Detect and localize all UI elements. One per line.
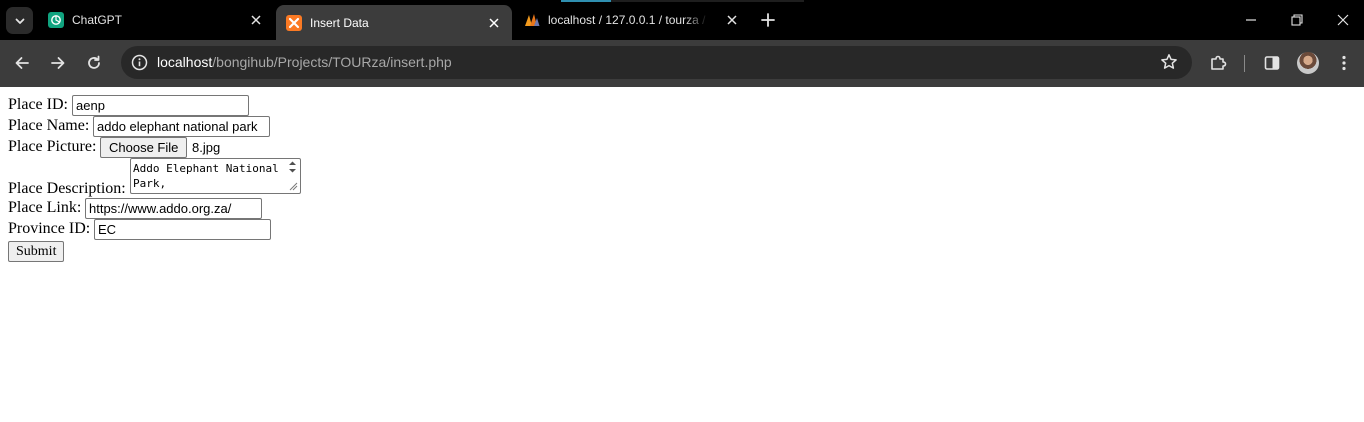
tab-insert-data[interactable]: Insert Data [276,5,512,40]
tab-title: localhost / 127.0.0.1 / tourza / p [548,13,708,27]
chatgpt-icon [48,12,64,28]
choose-file-button[interactable]: Choose File [100,137,188,158]
place-id-input[interactable] [72,95,249,116]
more-vert-icon [1342,55,1346,71]
place-name-input[interactable] [93,116,270,137]
province-id-label: Province ID: [8,220,91,237]
tab-phpmyadmin[interactable]: localhost / 127.0.0.1 / tourza / p [514,0,750,40]
place-description-label: Place Description: [8,180,126,197]
place-picture-label: Place Picture: [8,138,97,155]
place-id-label: Place ID: [8,96,68,113]
tab-strip: ChatGPT Insert Data localhost / 127.0.0.… [0,0,1364,40]
browser-toolbar: localhost/bongihub/Projects/TOURza/inser… [0,40,1364,87]
place-link-label: Place Link: [8,199,82,216]
plus-icon [761,13,775,27]
reload-button[interactable] [82,51,106,75]
side-panel-button[interactable] [1260,51,1284,75]
close-icon[interactable] [486,15,502,31]
url-text[interactable]: localhost/bongihub/Projects/TOURza/inser… [157,54,452,70]
toolbar-divider [1244,55,1245,72]
tab-chatgpt[interactable]: ChatGPT [38,0,274,40]
star-icon[interactable] [1160,53,1178,71]
tab-title: ChatGPT [72,13,123,27]
close-icon [1337,14,1349,26]
chevron-down-icon [15,18,24,24]
chosen-file-name: 8.jpg [192,140,221,155]
place-description-textarea[interactable]: Addo Elephant National Park, [130,158,301,194]
province-id-input[interactable] [94,219,271,240]
restore-icon [1291,14,1303,26]
reload-icon [88,55,100,69]
side-panel-icon [1264,56,1280,70]
place-name-label: Place Name: [8,117,90,134]
submit-button[interactable]: Submit [8,241,65,262]
restore-button[interactable] [1274,0,1320,40]
tab-title: Insert Data [310,15,369,30]
url-path: /bongihub/Projects/TOURza/insert.php [212,54,452,70]
minimize-button[interactable] [1228,0,1274,40]
arrow-right-icon [51,57,65,69]
forward-button[interactable] [46,51,70,75]
place-link-input[interactable] [85,198,262,219]
close-icon[interactable] [724,12,740,28]
textarea-scrollbar[interactable] [286,159,299,193]
phpmyadmin-icon [525,14,540,26]
profile-avatar[interactable] [1297,52,1319,74]
puzzle-icon [1211,55,1227,70]
xampp-icon [286,14,302,31]
tab-drag-region [611,0,804,2]
back-button[interactable] [10,51,34,75]
tab-search-button[interactable] [6,7,33,34]
menu-button[interactable] [1332,51,1356,75]
address-bar[interactable]: localhost/bongihub/Projects/TOURza/inser… [121,46,1192,79]
close-icon[interactable] [248,12,264,28]
new-tab-button[interactable] [757,9,779,31]
info-icon[interactable] [131,54,148,71]
close-window-button[interactable] [1320,0,1364,40]
minimize-icon [1246,19,1256,21]
arrow-left-icon [15,57,29,69]
url-host: localhost [157,54,213,70]
extensions-button[interactable] [1206,51,1230,75]
tab-loading-indicator [561,0,611,2]
